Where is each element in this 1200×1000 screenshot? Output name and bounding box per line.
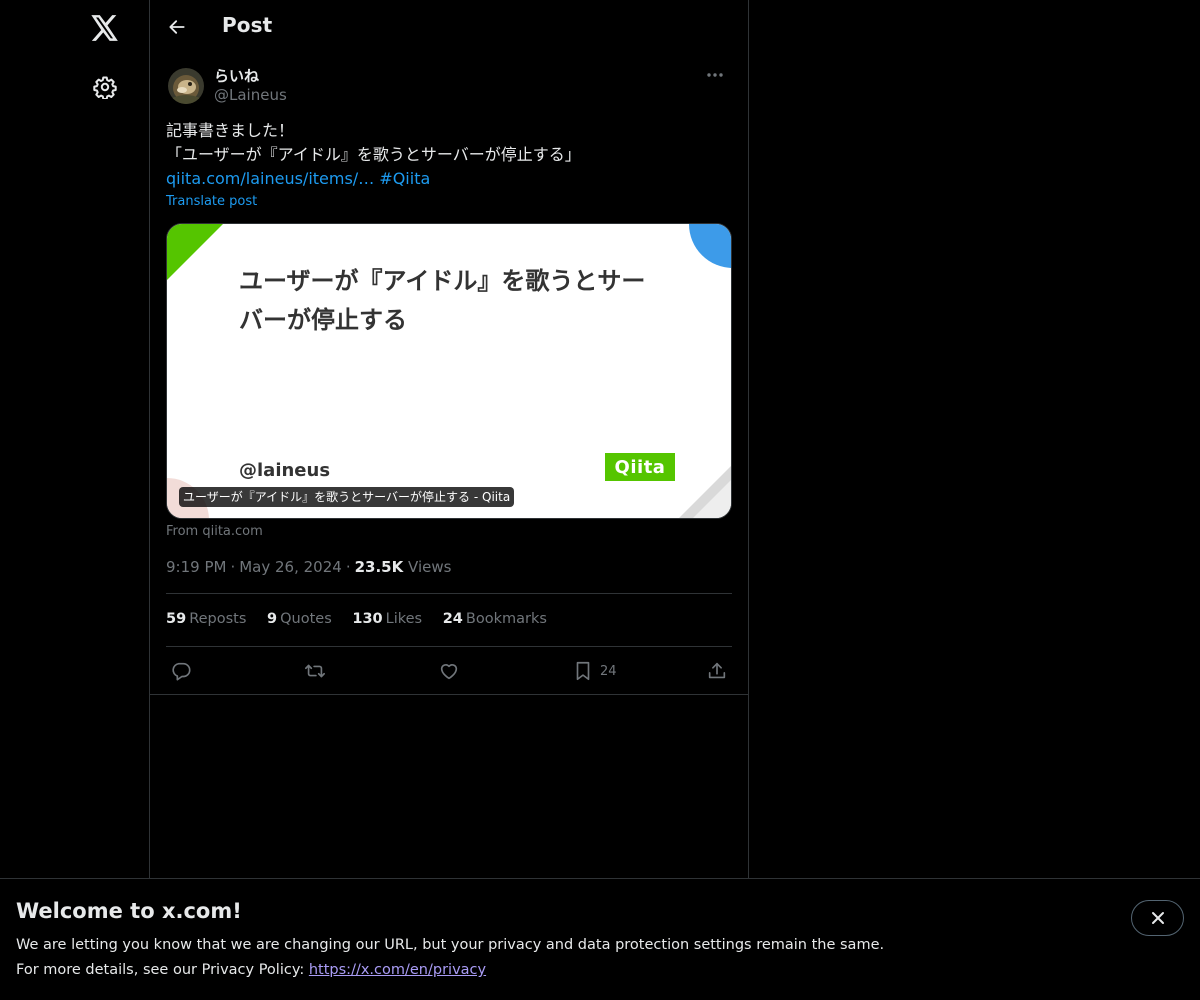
stat-likes[interactable]: 130 Likes [352, 611, 422, 627]
divider [150, 694, 748, 695]
post-text: 記事書きました！ 「ユーザーが『アイドル』を歌うとサーバーが停止する」 qiit… [166, 119, 732, 191]
link-card[interactable]: ユーザーが『アイドル』を歌うとサー バーが停止する @laineus Qiita… [166, 223, 732, 519]
reply-icon [172, 662, 191, 681]
stat-number: 59 [166, 611, 187, 627]
stat-label: Reposts [189, 611, 247, 627]
post-stats: 59 Reposts 9 Quotes 130 Likes 24 Bookmarks [166, 611, 563, 627]
author-display-name[interactable]: らいね [214, 65, 259, 86]
separator-dot: · [230, 558, 236, 576]
share-icon [708, 662, 726, 679]
like-icon [440, 664, 458, 680]
avatar-image [168, 68, 204, 104]
banner-privacy-line: For more details, see our Privacy Policy… [16, 962, 486, 978]
page-title: Post [222, 13, 273, 37]
stat-reposts[interactable]: 59 Reposts [166, 611, 246, 627]
post-text-line: 「ユーザーが『アイドル』を歌うとサーバーが停止する」 [166, 145, 581, 164]
post-time[interactable]: 9:19 PM [166, 558, 226, 576]
share-button[interactable] [706, 655, 728, 687]
divider [166, 593, 732, 594]
banner-title: Welcome to x.com! [16, 899, 242, 923]
card-title: ユーザーが『アイドル』を歌うとサー バーが停止する [239, 262, 699, 340]
close-banner-button[interactable] [1131, 900, 1184, 936]
post-link[interactable]: qiita.com/laineus/items/… [166, 169, 374, 188]
post-author: らいね @Laineus [166, 64, 732, 108]
reply-button[interactable] [170, 655, 192, 687]
banner-privacy-prefix: For more details, see our Privacy Policy… [16, 962, 309, 978]
privacy-policy-link[interactable]: https://x.com/en/privacy [309, 962, 486, 978]
views-count: 23.5K [354, 558, 404, 576]
card-source[interactable]: From qiita.com [166, 524, 263, 539]
stat-label: Bookmarks [465, 611, 547, 627]
author-handle[interactable]: @Laineus [214, 86, 287, 104]
stat-number: 130 [352, 611, 383, 627]
back-button[interactable] [160, 10, 194, 44]
like-button[interactable] [438, 655, 460, 687]
welcome-banner: Welcome to x.com! We are letting you kno… [0, 878, 1200, 1000]
divider [166, 646, 732, 647]
post-actions: 24 [166, 655, 732, 687]
repost-button[interactable] [304, 655, 326, 687]
stat-label: Quotes [280, 611, 332, 627]
stat-number: 9 [267, 611, 278, 627]
left-nav [0, 0, 150, 1000]
card-title-line: ユーザーが『アイドル』を歌うとサー [239, 267, 646, 295]
card-caption: ユーザーが『アイドル』を歌うとサーバーが停止する - Qiita [179, 487, 515, 507]
banner-message: We are letting you know that we are chan… [16, 937, 885, 953]
qiita-logo: Qiita [605, 453, 675, 481]
bookmark-count: 24 [600, 663, 617, 679]
card-handle: @laineus [239, 460, 331, 481]
stat-number: 24 [442, 611, 463, 627]
stat-quotes[interactable]: 9 Quotes [267, 611, 332, 627]
separator-dot: · [345, 558, 351, 576]
settings-button[interactable] [81, 63, 129, 111]
views-label: Views [408, 558, 452, 576]
more-button[interactable] [700, 64, 730, 86]
bookmark-icon [576, 661, 590, 681]
post-date[interactable]: May 26, 2024 [239, 558, 342, 576]
avatar[interactable] [168, 68, 204, 104]
hashtag-link[interactable]: #Qiita [379, 169, 430, 188]
post-text-line: 記事書きました！ [166, 121, 295, 140]
bookmark-button[interactable]: 24 [572, 655, 617, 687]
repost-icon [305, 664, 325, 678]
more-icon [707, 73, 723, 77]
back-arrow-icon [169, 20, 185, 34]
post-column: Post らいね @Laineus 記事書きました！ 「ユーザーが『アイドル』を… [149, 0, 749, 1000]
translate-post-link[interactable]: Translate post [166, 194, 257, 209]
post-link-line: qiita.com/laineus/items/… #Qiita [166, 167, 732, 191]
stat-bookmarks[interactable]: 24 Bookmarks [443, 611, 547, 627]
post-meta: 9:19 PM · May 26, 2024 · 23.5K Views [166, 558, 451, 576]
post-header: Post [150, 0, 748, 53]
close-icon [1151, 912, 1164, 924]
gear-icon [93, 76, 117, 99]
card-title-line: バーが停止する [239, 306, 407, 334]
x-logo-button[interactable] [81, 4, 129, 52]
stat-label: Likes [385, 611, 423, 627]
x-logo-icon [91, 15, 118, 41]
